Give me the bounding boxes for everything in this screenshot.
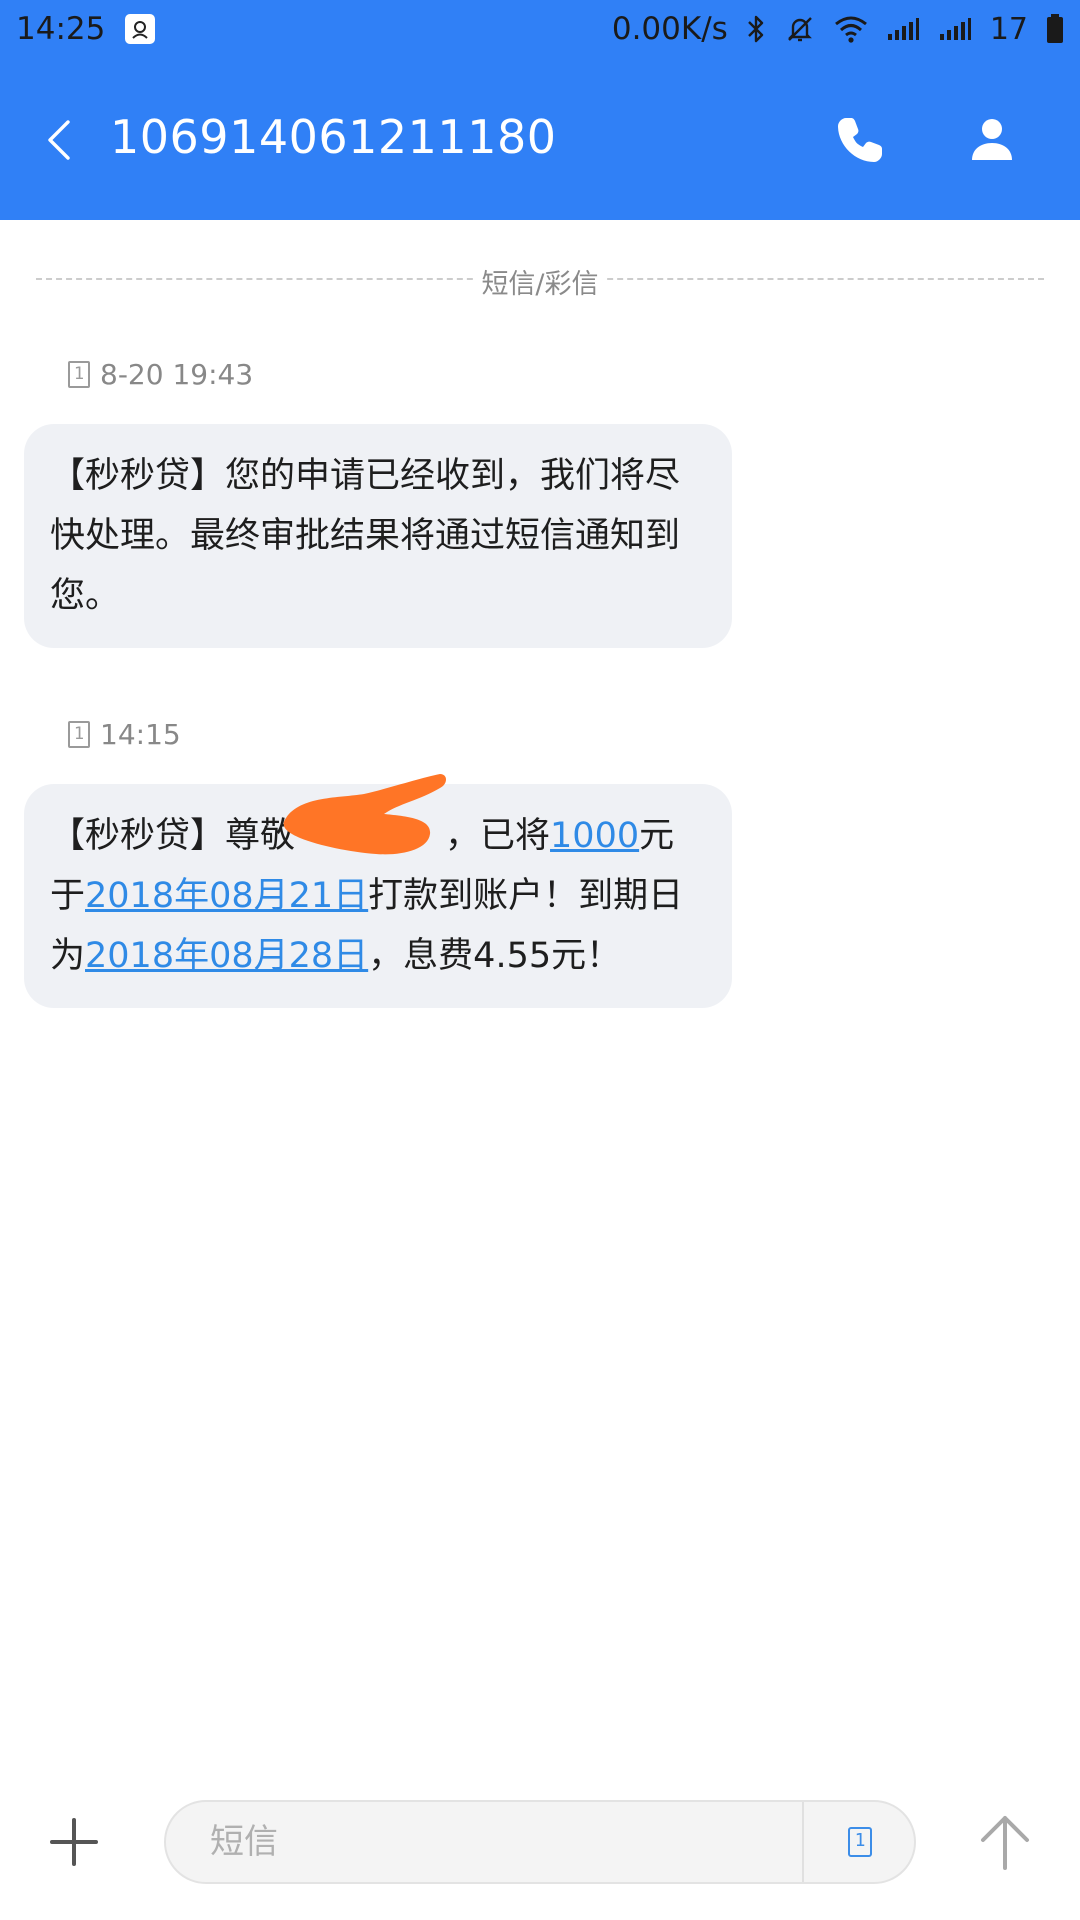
- message-timestamp: 1 8-20 19:43: [68, 358, 253, 391]
- messaging-screen: 14:25 0.00K/s 17 106914061211180 短信/彩信 1…: [0, 0, 1080, 1920]
- redaction-scribble: [283, 774, 446, 855]
- contact-details-button[interactable]: [966, 114, 1018, 166]
- message-text-part: ，息费4.55元！: [368, 936, 622, 976]
- status-time: 14:25: [16, 11, 106, 47]
- mute-icon: [784, 13, 816, 45]
- status-left: 14:25: [16, 11, 156, 47]
- wifi-icon: [834, 15, 868, 43]
- message-time: 14:15: [100, 718, 181, 751]
- message-text-part: 【秒秒贷】尊敬: [50, 816, 296, 856]
- composer-separator: [802, 1802, 804, 1882]
- message-time: 8-20 19:43: [100, 358, 254, 391]
- call-button[interactable]: [834, 114, 886, 166]
- signal-icon: [886, 16, 920, 42]
- signal-icon-2: [938, 16, 972, 42]
- message-text-part: ，已将: [445, 816, 551, 856]
- phone-icon: [838, 118, 882, 162]
- back-arrow-icon: [48, 120, 70, 160]
- sim-card-icon: 1: [68, 721, 90, 748]
- contact-number-title: 106914061211180: [110, 110, 557, 164]
- sim-card-icon: 1: [68, 361, 90, 388]
- date-link[interactable]: 2018年08月28日: [85, 936, 368, 976]
- send-button[interactable]: [978, 1812, 1032, 1872]
- back-button[interactable]: [34, 110, 82, 170]
- send-arrow-up-icon: [981, 1816, 1029, 1870]
- status-bar: 14:25 0.00K/s 17: [0, 0, 1080, 58]
- sms-divider-label: 短信/彩信: [475, 269, 605, 300]
- sim-select-button[interactable]: 1: [842, 1824, 878, 1860]
- message-timestamp: 1 14:15: [68, 718, 181, 751]
- plus-icon: [50, 1818, 98, 1866]
- sms-divider: 短信/彩信: [0, 262, 1080, 301]
- amount-link[interactable]: 1000: [550, 816, 639, 856]
- contact-person-icon: [972, 119, 1012, 160]
- composer-box: 1: [164, 1800, 916, 1884]
- sim-card-icon: 1: [848, 1827, 872, 1857]
- battery-icon: [1046, 14, 1064, 44]
- network-speed: 0.00K/s: [611, 11, 728, 47]
- notification-app-icon: [125, 14, 156, 44]
- message-bubble[interactable]: 【秒秒贷】您的申请已经收到，我们将尽快处理。最终审批结果将通过短信通知到您。: [24, 424, 732, 648]
- attach-button[interactable]: [48, 1816, 100, 1868]
- conversation-header: 106914061211180: [0, 58, 1080, 220]
- status-right: 0.00K/s 17: [612, 11, 1064, 47]
- date-link[interactable]: 2018年08月21日: [85, 876, 368, 916]
- message-input[interactable]: [210, 1802, 790, 1882]
- message-text: 【秒秒贷】您的申请已经收到，我们将尽快处理。最终审批结果将通过短信通知到您。: [50, 456, 681, 616]
- bluetooth-icon: [746, 14, 766, 44]
- battery-level: 17: [989, 11, 1028, 47]
